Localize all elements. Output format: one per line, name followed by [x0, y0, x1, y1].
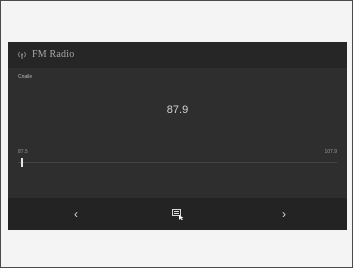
radio-icon — [18, 51, 26, 59]
radio-screen: FM Radio Cnaile 87.9 87.5 107.9 ‹ › — [8, 42, 347, 230]
previous-button[interactable]: ‹ — [56, 198, 96, 230]
chevron-right-icon: › — [282, 207, 286, 221]
tuner-track — [18, 162, 337, 163]
screen-header: FM Radio — [8, 42, 347, 68]
preset-list-icon — [172, 208, 184, 220]
next-button[interactable]: › — [264, 198, 304, 230]
app-title: FM Radio — [32, 49, 75, 60]
tuner-needle[interactable] — [21, 158, 23, 167]
tuner-min-label: 87.5 — [18, 149, 28, 155]
tuner-max-label: 107.9 — [324, 149, 337, 155]
preset-list-button[interactable] — [158, 198, 198, 230]
chevron-left-icon: ‹ — [74, 207, 78, 221]
frequency-display: 87.9 — [166, 104, 189, 116]
device-frame: FM Radio Cnaile 87.9 87.5 107.9 ‹ › — [0, 0, 353, 268]
tuner-bar[interactable]: 87.5 107.9 — [8, 142, 347, 182]
station-sub-label: Cnaile — [18, 74, 33, 80]
control-bar: ‹ › — [8, 198, 347, 230]
